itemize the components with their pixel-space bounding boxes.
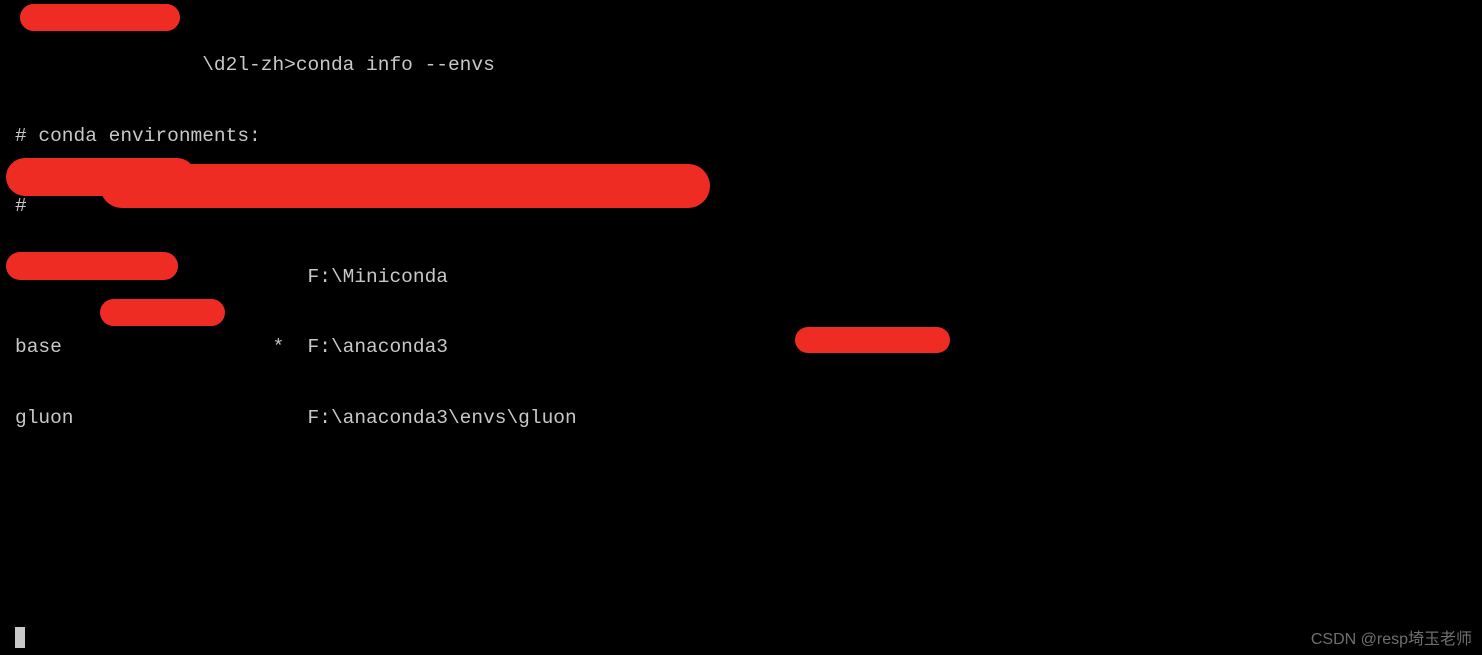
output-env-miniconda: F:\Miniconda (15, 266, 1482, 290)
redaction-mark (100, 164, 710, 208)
redaction-mark (20, 4, 180, 31)
terminal-window[interactable]: \d2l-zh>conda info --envs # conda enviro… (0, 0, 1482, 655)
watermark-text: CSDN @resp埼玉老师 (1311, 628, 1472, 652)
output-conda-env-header: # conda environments: (15, 125, 1482, 149)
prompt-line-conda-info: \d2l-zh>conda info --envs (15, 54, 1482, 78)
redaction-mark (795, 327, 950, 353)
redaction-mark (6, 252, 178, 280)
output-env-base: base * F:\anaconda3 (15, 336, 1482, 360)
output-env-gluon: gluon F:\anaconda3\envs\gluon (15, 407, 1482, 431)
redaction-mark (100, 299, 225, 326)
terminal-cursor (15, 627, 25, 648)
